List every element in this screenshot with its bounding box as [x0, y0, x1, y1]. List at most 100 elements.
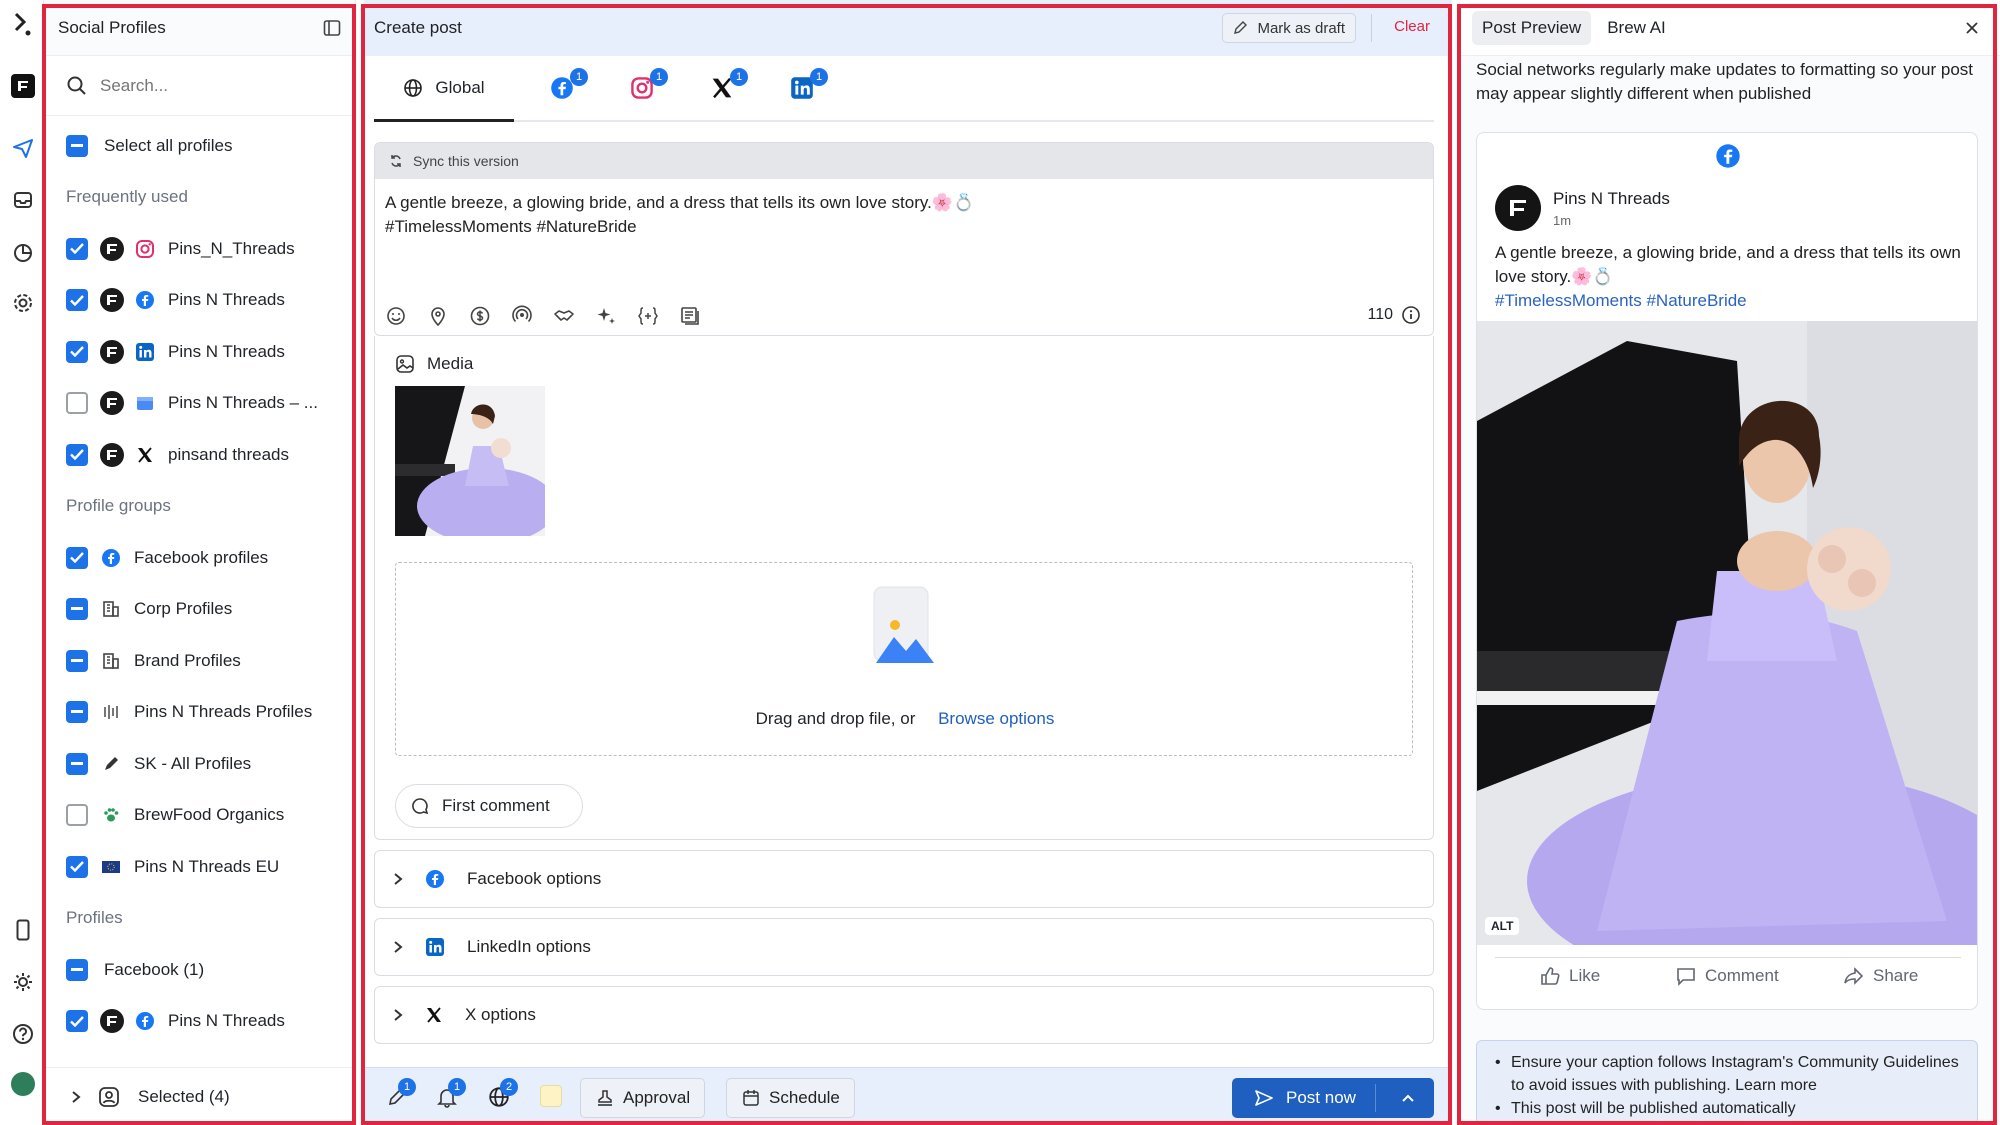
mark-as-draft-button[interactable]: Mark as draft [1222, 13, 1356, 43]
group-row[interactable]: SK - All Profiles [44, 738, 355, 790]
schedule-button[interactable]: Schedule [726, 1078, 855, 1118]
post-now-button[interactable]: Post now [1232, 1078, 1434, 1118]
checkbox-partial[interactable] [66, 701, 88, 724]
info-icon[interactable] [1401, 305, 1421, 325]
globe-icon[interactable]: 2 [488, 1078, 518, 1108]
tab-post-preview[interactable]: Post Preview [1472, 10, 1592, 45]
checkbox-partial[interactable] [66, 958, 88, 981]
app-logo-icon[interactable] [11, 12, 35, 36]
inbox-icon[interactable] [11, 188, 35, 212]
select-all-row[interactable]: Select all profiles [44, 120, 355, 172]
checkbox-checked[interactable] [66, 855, 88, 878]
comment-icon [1675, 965, 1697, 987]
checkbox-checked[interactable] [66, 1010, 88, 1033]
profile-search-input[interactable] [100, 75, 320, 96]
media-thumbnail[interactable] [395, 386, 545, 536]
mobile-icon[interactable] [11, 918, 35, 942]
eu-flag-icon [100, 856, 122, 878]
caption-textarea[interactable]: A gentle breeze, a glowing bride, and a … [375, 179, 1433, 251]
caption-hashtags: #TimelessMoments #NatureBride [385, 217, 637, 236]
checkbox-checked[interactable] [66, 289, 88, 312]
bell-icon[interactable]: 1 [436, 1078, 466, 1108]
location-icon[interactable] [427, 305, 449, 327]
profile-row-x[interactable]: pinsand threads [44, 429, 355, 481]
sync-version-bar[interactable]: Sync this version [375, 143, 1433, 179]
theme-icon[interactable] [11, 970, 35, 994]
draft-icon [1233, 21, 1248, 35]
tab-global[interactable]: Global [374, 56, 514, 122]
tab-linkedin[interactable]: 1 [790, 68, 828, 104]
checkbox-unchecked[interactable] [66, 804, 88, 827]
facebook-options-row[interactable]: Facebook options [374, 850, 1434, 908]
checkbox-partial[interactable] [66, 598, 88, 621]
group-name: Pins N Threads EU [134, 856, 280, 876]
dropzone-text: Drag and drop file, or [755, 709, 916, 728]
profile-row-instagram[interactable]: Pins_N_Threads [44, 223, 355, 275]
group-row[interactable]: Pins N Threads EU [44, 841, 355, 893]
collapse-panel-icon[interactable] [323, 19, 341, 37]
group-row[interactable]: Facebook profiles [44, 532, 355, 584]
group-row[interactable]: Brand Profiles [44, 635, 355, 687]
compose-icon[interactable] [11, 74, 35, 98]
group-row[interactable]: Pins N Threads Profiles [44, 687, 355, 739]
like-label: Like [1569, 966, 1601, 985]
chevron-up-icon[interactable] [1400, 1090, 1416, 1106]
selected-footer[interactable]: Selected (4) [44, 1067, 356, 1125]
file-dropzone[interactable]: Drag and drop file, or Browse options [395, 562, 1413, 756]
profile-row-google-business[interactable]: Pins N Threads – ... [44, 378, 355, 430]
user-avatar[interactable] [11, 1072, 35, 1096]
linkedin-options-row[interactable]: LinkedIn options [374, 918, 1434, 976]
dropzone-text-row: Drag and drop file, or Browse options [396, 709, 1414, 729]
network-group-row[interactable]: Facebook (1) [44, 944, 355, 996]
checkbox-checked[interactable] [66, 443, 88, 466]
formatting-note: Social networks regularly make updates t… [1476, 60, 1974, 103]
ai-sparkle-icon[interactable] [595, 305, 617, 327]
checkbox-checked[interactable] [66, 237, 88, 260]
color-label-swatch[interactable] [540, 1085, 562, 1107]
approval-button[interactable]: Approval [580, 1078, 706, 1118]
tab-facebook[interactable]: 1 [550, 68, 588, 104]
handshake-icon[interactable] [553, 305, 575, 327]
clear-button[interactable]: Clear [1394, 18, 1430, 35]
close-icon[interactable] [1964, 20, 1980, 36]
profiles-title: Social Profiles [58, 17, 166, 37]
send-icon[interactable] [11, 136, 35, 160]
like-button[interactable]: Like [1539, 965, 1600, 987]
dollar-icon[interactable] [469, 305, 491, 327]
select-all-checkbox[interactable] [66, 134, 88, 157]
emoji-icon[interactable] [385, 305, 407, 327]
template-icon[interactable] [679, 305, 701, 327]
settings-icon[interactable] [11, 291, 35, 315]
profiles-heading: Profiles [66, 908, 123, 928]
analytics-icon[interactable] [11, 240, 35, 264]
checkbox-checked[interactable] [66, 546, 88, 569]
caption-hashtags[interactable]: #TimelessMoments #NatureBride [1495, 291, 1747, 310]
checkbox-partial[interactable] [66, 649, 88, 672]
podcast-icon[interactable] [511, 305, 533, 327]
share-button[interactable]: Share [1843, 965, 1918, 987]
profile-row-facebook[interactable]: Pins N Threads [44, 275, 355, 327]
checkbox-checked[interactable] [66, 340, 88, 363]
checkbox-partial[interactable] [66, 752, 88, 775]
select-all-label: Select all profiles [104, 135, 233, 155]
help-icon[interactable] [11, 1022, 35, 1046]
profile-avatar [100, 236, 124, 261]
group-row[interactable]: BrewFood Organics [44, 790, 355, 842]
profile-row-facebook[interactable]: Pins N Threads [44, 996, 355, 1048]
browse-options-link[interactable]: Browse options [938, 709, 1054, 728]
x-options-row[interactable]: X options [374, 986, 1434, 1044]
tab-brew-ai[interactable]: Brew AI [1597, 11, 1676, 45]
edit-icon[interactable]: 1 [386, 1078, 416, 1108]
profile-row-linkedin[interactable]: Pins N Threads [44, 326, 355, 378]
group-row[interactable]: Corp Profiles [44, 584, 355, 636]
selected-count-label: Selected (4) [138, 1086, 230, 1106]
first-comment-button[interactable]: First comment [395, 784, 583, 828]
comment-button[interactable]: Comment [1675, 965, 1779, 987]
checkbox-unchecked[interactable] [66, 392, 88, 415]
group-name: Pins N Threads Profiles [134, 702, 313, 722]
tab-instagram[interactable]: 1 [630, 68, 668, 104]
alt-badge[interactable]: ALT [1485, 917, 1520, 935]
variable-icon[interactable] [637, 305, 659, 327]
share-icon [1843, 965, 1865, 987]
tab-x[interactable]: 1 [710, 68, 748, 104]
